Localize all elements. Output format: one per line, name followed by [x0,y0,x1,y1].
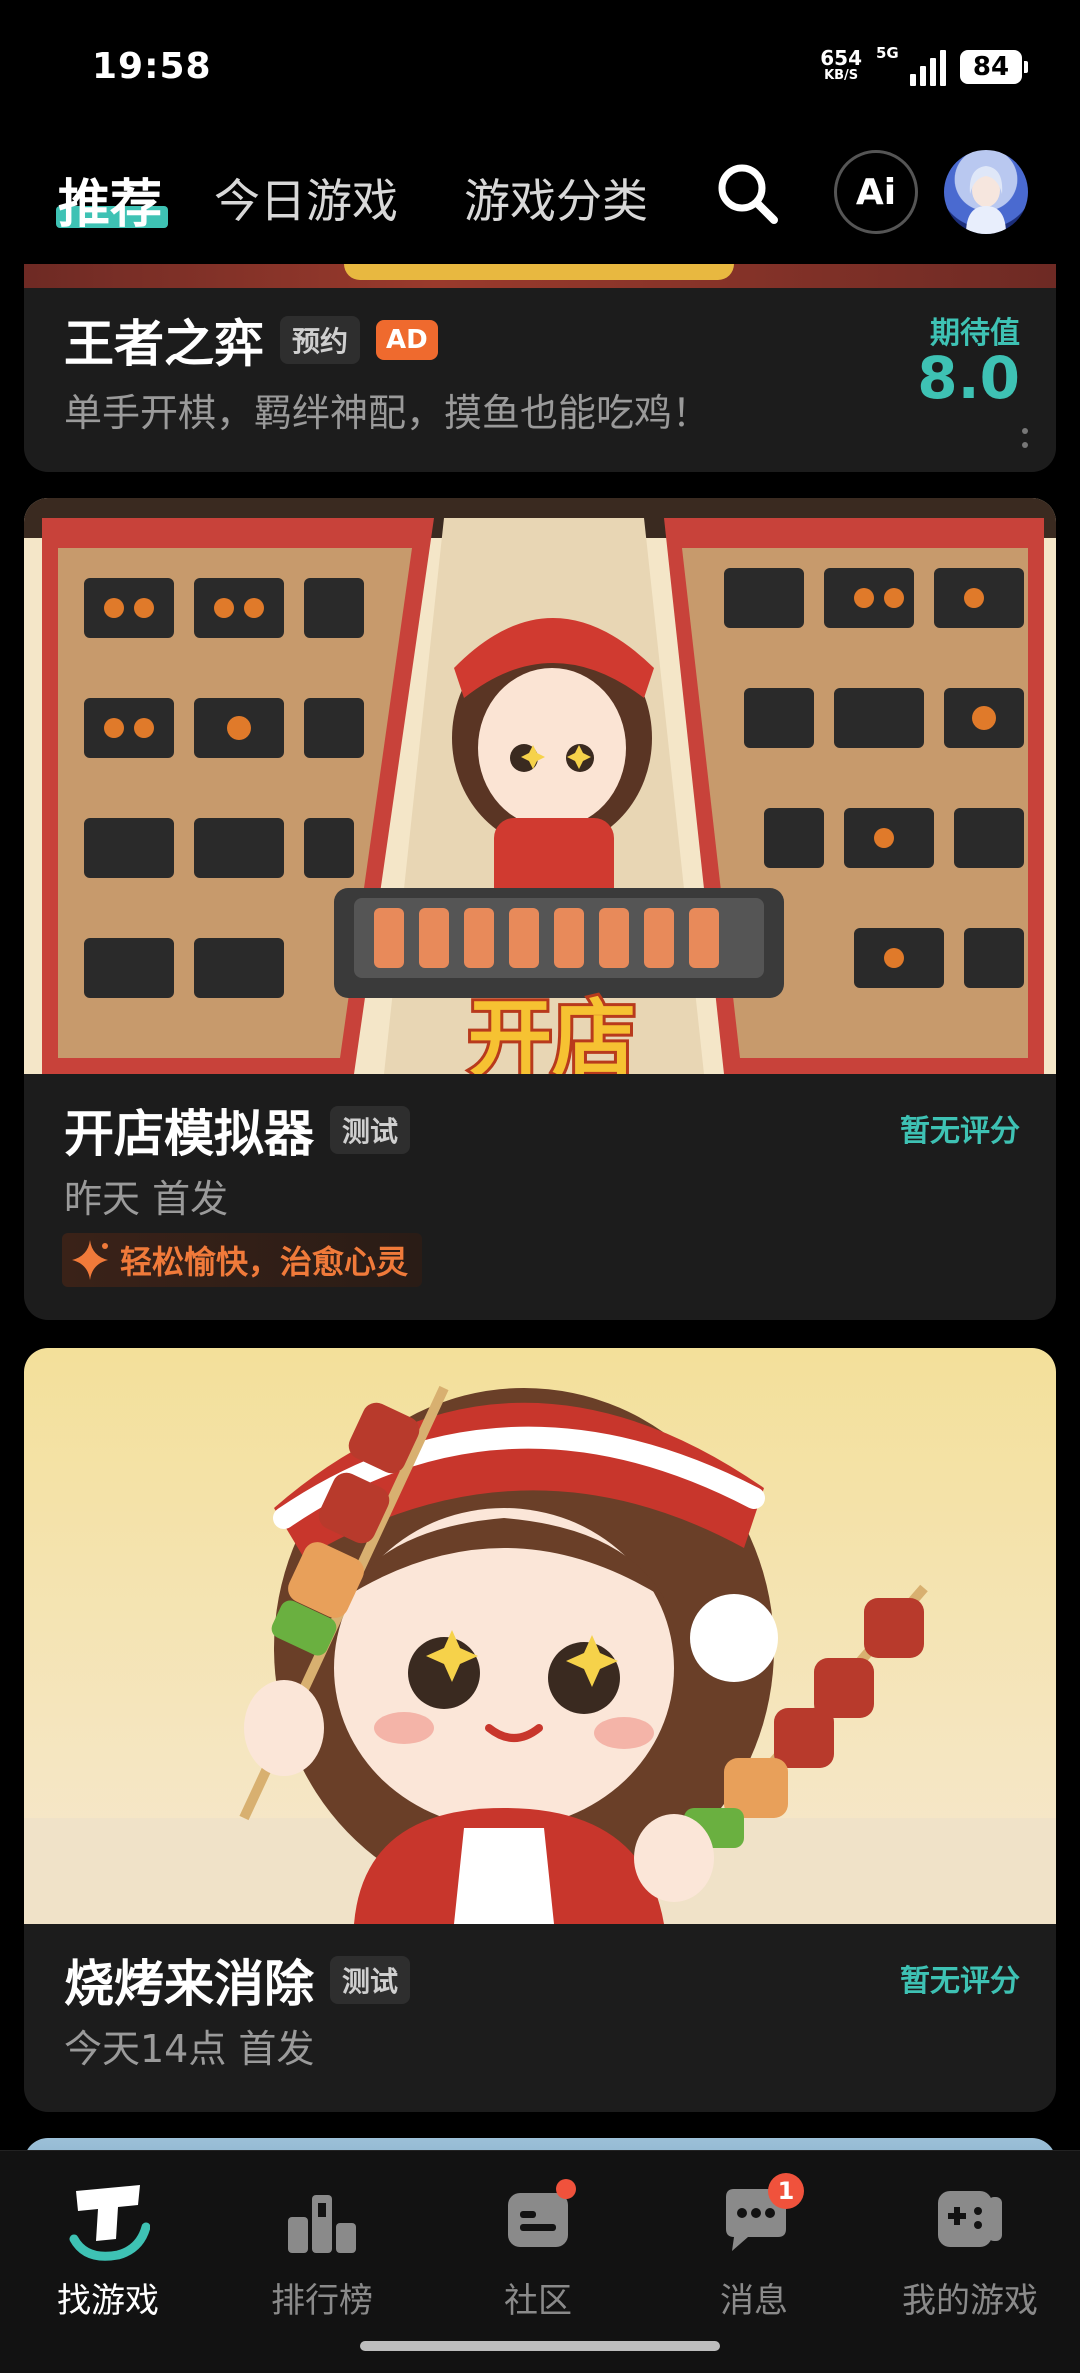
network-type: 5G [876,44,899,62]
card-title-row: 王者之弈 预约 AD [64,304,438,376]
network-speed-unit: KB/S [824,68,859,83]
notification-dot [556,2179,576,2199]
message-count-badge: 1 [768,2173,804,2209]
find-game-icon [66,2177,151,2261]
tab-recommend[interactable]: 推荐 [58,162,162,237]
status-indicators: 654 KB/S 5G 84 [820,44,1028,86]
rating-value: 8.0 [917,344,1020,412]
tab-game-categories[interactable]: 游戏分类 [464,165,648,231]
leaderboard-icon [280,2177,364,2261]
status-bar: 19:58 654 KB/S 5G 84 [0,0,1080,140]
game-card-shaokao[interactable]: 烧烤来消除 测试 暂无评分 今天14点 首发 [24,1348,1056,2112]
bottom-nav: 找游戏 排行榜 社区 1 消息 我的游戏 [0,2150,1080,2373]
nav-label: 排行榜 [271,2281,373,2321]
message-icon: 1 [712,2173,804,2261]
more-options-icon[interactable] [1022,428,1030,456]
sparkle-icon [72,1240,108,1280]
search-icon[interactable] [712,158,782,228]
nav-label: 消息 [720,2281,788,2321]
nav-item-messages[interactable]: 1 消息 [664,2173,844,2322]
network-speed: 654 KB/S [820,48,862,85]
highlight-text: 轻松愉快，治愈心灵 [120,1243,409,1281]
nav-item-my-games[interactable]: 我的游戏 [880,2177,1060,2322]
banner-logo-text: 开店 [468,990,636,1074]
highlight-tag: 轻松愉快，治愈心灵 [62,1233,423,1287]
nav-item-community[interactable]: 社区 [448,2177,628,2322]
rating-label: 暂无评分 [900,1964,1020,1999]
game-title: 烧烤来消除 [64,1955,314,2013]
status-badge: 测试 [330,1956,411,2004]
signal-icon: 5G [876,44,946,86]
game-card-wangzhe[interactable]: 王者之弈 预约 AD 单手开棋，羁绊神配，摸鱼也能吃鸡！ 期待值 8.0 [24,264,1056,472]
nav-item-leaderboard[interactable]: 排行榜 [232,2177,412,2322]
rating-label: 暂无评分 [900,1114,1020,1149]
card-title-row: 烧烤来消除 测试 [64,1944,411,2016]
tab-today-games[interactable]: 今日游戏 [214,165,398,231]
nav-label: 社区 [504,2281,572,2321]
game-subtitle: 今天14点 首发 [64,2027,315,2071]
my-games-icon [928,2177,1012,2261]
nav-label: 我的游戏 [902,2281,1038,2321]
banner-strip [24,264,1056,288]
game-card-kaidian[interactable]: 开店 开店模拟器 测试 暂无评分 昨天 首发 轻松愉快，治愈心灵 [24,498,1056,1320]
card-title-row: 开店模拟器 测试 [64,1094,411,1166]
home-indicator[interactable] [360,2341,720,2351]
game-subtitle: 单手开棋，羁绊神配，摸鱼也能吃鸡！ [64,391,711,435]
status-badge: 预约 [280,316,361,364]
game-subtitle: 昨天 首发 [64,1177,229,1221]
nav-item-find-game[interactable]: 找游戏 [18,2177,198,2322]
status-time: 19:58 [92,46,212,87]
status-badge: 测试 [330,1106,411,1154]
game-title: 王者之弈 [64,315,264,373]
game-banner-image: 开店 [24,498,1056,1074]
game-banner-image [24,1348,1056,1924]
nav-label: 找游戏 [57,2281,159,2321]
ai-assistant-button[interactable]: Ai [834,150,918,234]
ad-badge: AD [376,320,438,360]
avatar[interactable] [944,150,1028,234]
battery-icon: 84 [960,50,1028,84]
game-title: 开店模拟器 [64,1105,314,1163]
community-icon [496,2177,580,2261]
